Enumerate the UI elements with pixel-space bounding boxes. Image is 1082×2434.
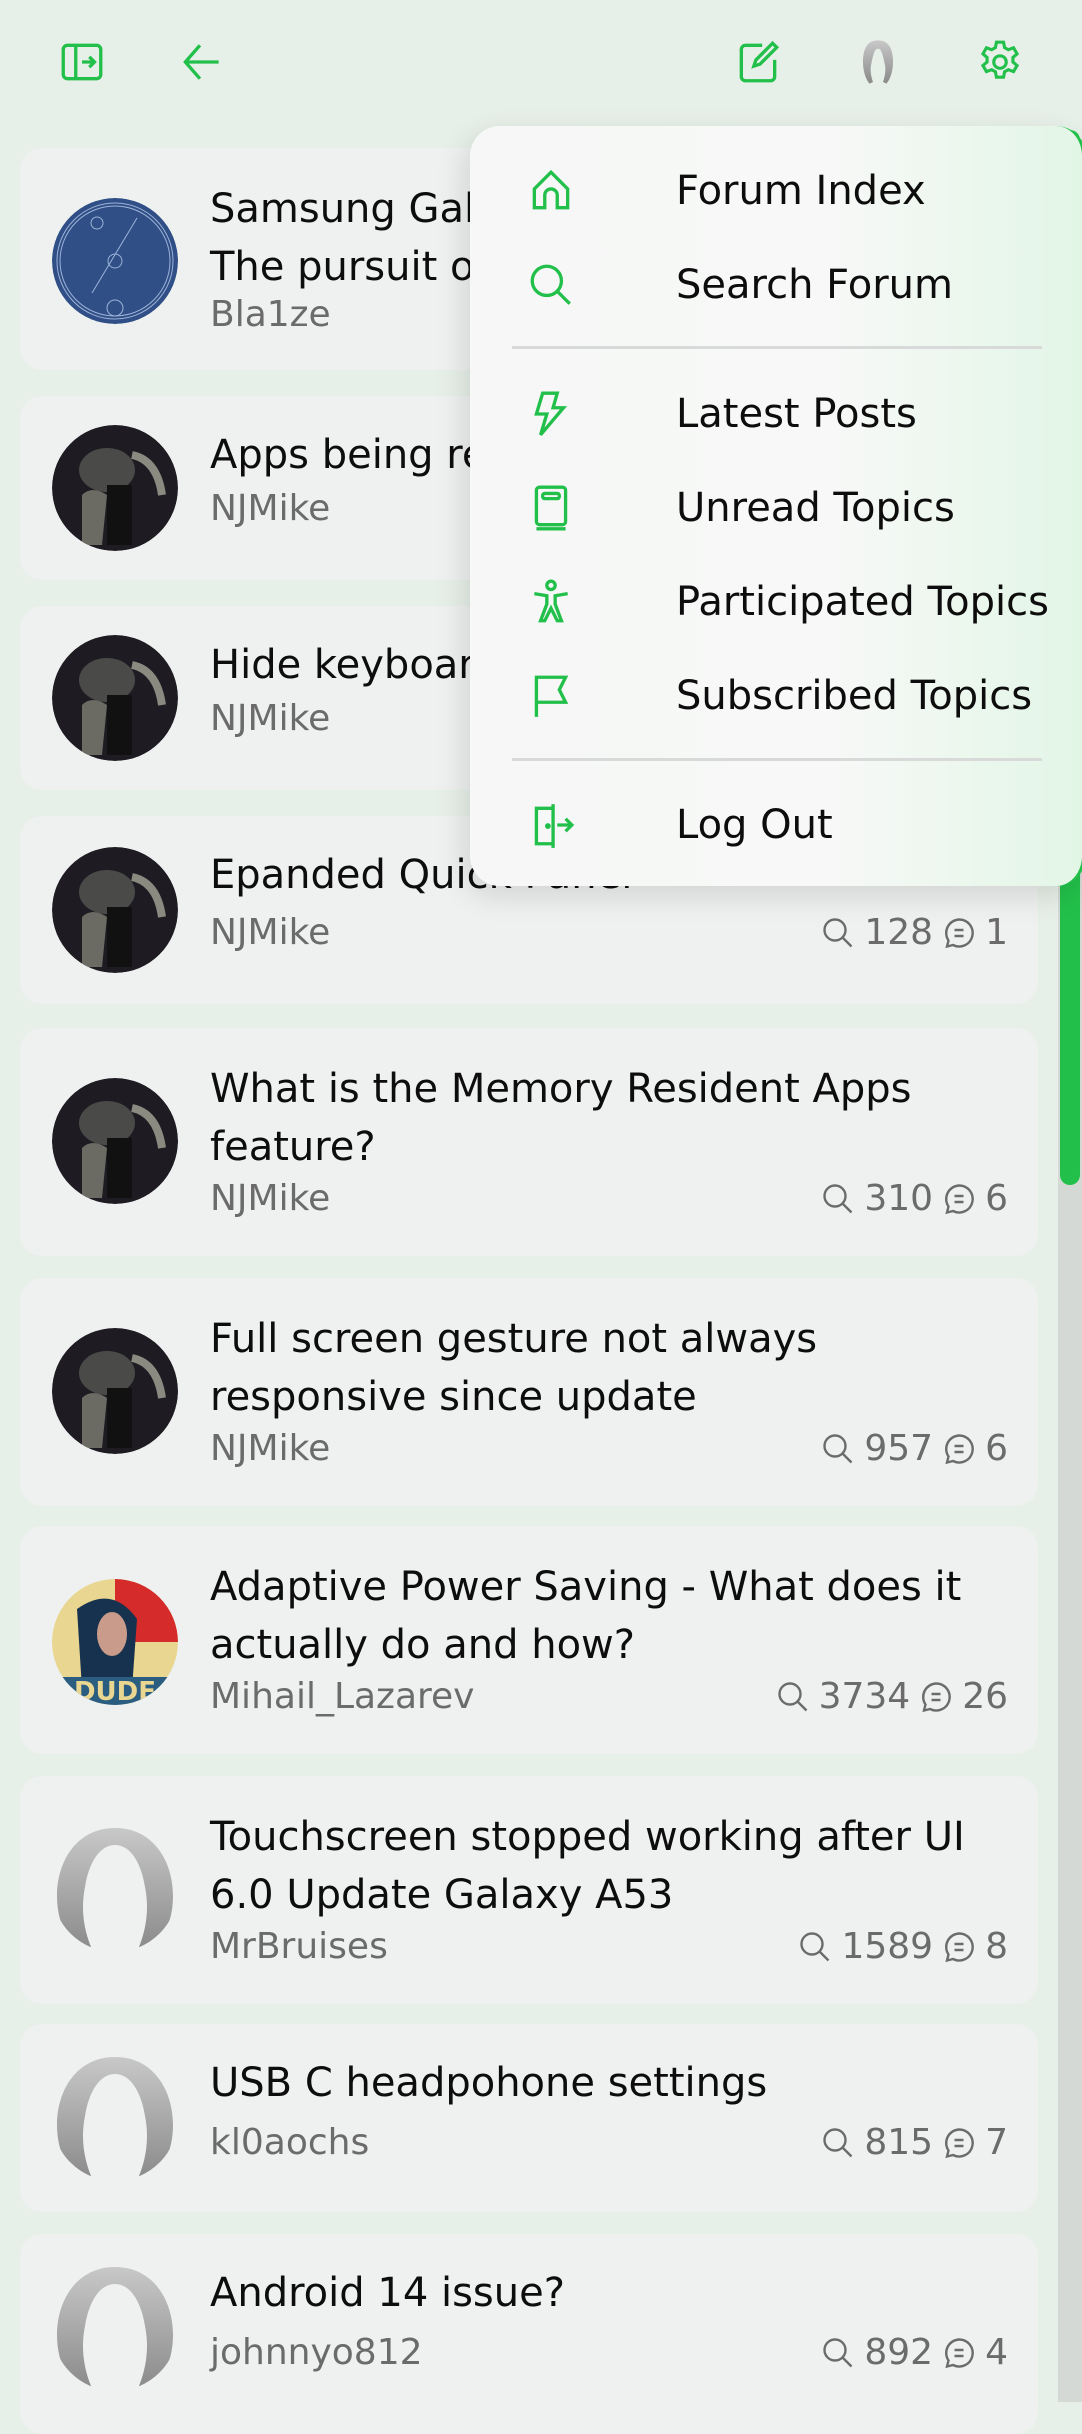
topic-card[interactable]: USB C headpohone settings kl0aochs 815 7 bbox=[20, 2024, 1038, 2212]
topic-author[interactable]: MrBruises bbox=[210, 1926, 388, 1967]
menu-divider bbox=[512, 346, 1042, 349]
topic-author[interactable]: NJMike bbox=[210, 912, 330, 953]
compose-icon[interactable] bbox=[728, 32, 788, 92]
topic-stats: 310 6 bbox=[820, 1178, 1008, 1219]
topic-card[interactable]: Android 14 issue? johnnyo812 892 4 bbox=[20, 2234, 1038, 2434]
menu-item-log-out[interactable]: Log Out bbox=[526, 785, 1066, 865]
lightning-icon bbox=[534, 391, 568, 436]
topic-stats: 815 7 bbox=[820, 2122, 1008, 2163]
topic-card[interactable]: What is the Memory Resident Apps feature… bbox=[20, 1028, 1038, 1256]
replies-icon bbox=[945, 1931, 974, 1962]
topic-author[interactable]: NJMike bbox=[210, 488, 330, 529]
views-count: 1589 bbox=[841, 1926, 934, 1967]
avatar bbox=[52, 198, 178, 324]
sidebar-toggle-icon[interactable] bbox=[52, 32, 112, 92]
views-icon bbox=[823, 2337, 853, 2367]
avatar: DUDE bbox=[52, 1579, 178, 1705]
replies-icon bbox=[945, 1433, 974, 1464]
person-icon bbox=[534, 579, 568, 623]
replies-count: 1 bbox=[985, 912, 1008, 953]
topic-author[interactable]: NJMike bbox=[210, 698, 330, 739]
views-icon bbox=[823, 2127, 853, 2157]
views-count: 892 bbox=[864, 2332, 934, 2373]
views-count: 128 bbox=[864, 912, 934, 953]
menu-item-subscribed-topics[interactable]: Subscribed Topics bbox=[526, 656, 1066, 736]
menu-item-label: Subscribed Topics bbox=[676, 673, 1033, 719]
topic-title[interactable]: Adaptive Power Saving - What does it act… bbox=[210, 1558, 1008, 1674]
menu-item-forum-index[interactable]: Forum Index bbox=[526, 151, 1066, 231]
menu-item-unread-topics[interactable]: Unread Topics bbox=[526, 468, 1066, 548]
views-icon bbox=[823, 1183, 853, 1213]
avatar bbox=[52, 635, 178, 761]
replies-count: 7 bbox=[985, 2122, 1008, 2163]
topic-stats: 957 6 bbox=[820, 1428, 1008, 1469]
topic-author[interactable]: NJMike bbox=[210, 1178, 330, 1219]
menu-item-label: Forum Index bbox=[676, 168, 926, 214]
menu-item-latest-posts[interactable]: Latest Posts bbox=[526, 374, 1066, 454]
menu-item-label: Participated Topics bbox=[676, 579, 1049, 625]
topic-title[interactable]: What is the Memory Resident Apps feature… bbox=[210, 1060, 1008, 1176]
replies-count: 8 bbox=[985, 1926, 1008, 1967]
menu-item-label: Unread Topics bbox=[676, 485, 955, 531]
topic-author[interactable]: NJMike bbox=[210, 1428, 330, 1469]
replies-icon bbox=[945, 917, 974, 948]
topic-stats: 1589 8 bbox=[797, 1926, 1008, 1967]
topic-title[interactable]: USB C headpohone settings bbox=[210, 2054, 1008, 2112]
avatar bbox=[52, 2055, 178, 2181]
menu-item-participated-topics[interactable]: Participated Topics bbox=[526, 562, 1066, 642]
replies-icon bbox=[945, 2127, 974, 2158]
views-count: 957 bbox=[864, 1428, 934, 1469]
topic-card[interactable]: Full screen gesture not always responsiv… bbox=[20, 1278, 1038, 1506]
search-icon bbox=[530, 264, 571, 305]
topic-title[interactable]: Full screen gesture not always responsiv… bbox=[210, 1310, 1008, 1426]
views-count: 815 bbox=[864, 2122, 934, 2163]
replies-icon bbox=[922, 1681, 952, 1712]
avatar bbox=[52, 2265, 178, 2391]
views-count: 310 bbox=[864, 1178, 934, 1219]
topic-stats: 3734 26 bbox=[775, 1676, 1008, 1717]
topic-card[interactable]: Touchscreen stopped working after UI 6.0… bbox=[20, 1776, 1038, 2004]
topic-author[interactable]: kl0aochs bbox=[210, 2122, 369, 2163]
views-icon bbox=[800, 1931, 830, 1961]
replies-count: 6 bbox=[985, 1428, 1008, 1469]
settings-gear-icon[interactable] bbox=[970, 32, 1030, 92]
menu-item-search-forum[interactable]: Search Forum bbox=[526, 245, 1066, 325]
book-icon bbox=[534, 485, 568, 531]
avatar bbox=[52, 1826, 178, 1952]
replies-count: 26 bbox=[962, 1676, 1008, 1717]
replies-icon bbox=[945, 1183, 974, 1214]
avatar bbox=[52, 425, 178, 551]
flag-icon bbox=[534, 675, 569, 717]
views-icon bbox=[823, 1433, 853, 1463]
views-count: 3734 bbox=[818, 1676, 911, 1717]
svg-text:DUDE: DUDE bbox=[74, 1677, 156, 1705]
avatar bbox=[52, 1078, 178, 1204]
user-avatar-icon[interactable] bbox=[848, 32, 908, 92]
back-arrow-icon[interactable] bbox=[172, 32, 232, 92]
topic-card[interactable]: DUDE Adaptive Power Saving - What does i… bbox=[20, 1526, 1038, 1754]
menu-item-label: Log Out bbox=[676, 802, 833, 848]
settings-dropdown-menu: Forum Index Search Forum Latest Posts Un… bbox=[470, 126, 1082, 886]
menu-item-label: Search Forum bbox=[676, 262, 953, 308]
views-icon bbox=[823, 917, 853, 947]
topic-stats: 128 1 bbox=[820, 912, 1008, 953]
topic-author[interactable]: Bla1ze bbox=[210, 294, 331, 335]
topic-author[interactable]: johnnyo812 bbox=[210, 2332, 423, 2373]
replies-count: 6 bbox=[985, 1178, 1008, 1219]
menu-item-label: Latest Posts bbox=[676, 391, 917, 437]
avatar bbox=[52, 847, 178, 973]
topic-title[interactable]: Android 14 issue? bbox=[210, 2264, 1008, 2322]
avatar bbox=[52, 1328, 178, 1454]
topic-author[interactable]: Mihail_Lazarev bbox=[210, 1676, 474, 1717]
views-icon bbox=[777, 1681, 807, 1711]
menu-divider bbox=[512, 758, 1042, 761]
home-icon bbox=[532, 169, 570, 210]
replies-count: 4 bbox=[985, 2332, 1008, 2373]
logout-door-icon bbox=[534, 804, 575, 848]
top-bar bbox=[0, 0, 1082, 128]
topic-stats: 892 4 bbox=[820, 2332, 1008, 2373]
topic-title[interactable]: Touchscreen stopped working after UI 6.0… bbox=[210, 1808, 1008, 1924]
replies-icon bbox=[945, 2337, 974, 2368]
